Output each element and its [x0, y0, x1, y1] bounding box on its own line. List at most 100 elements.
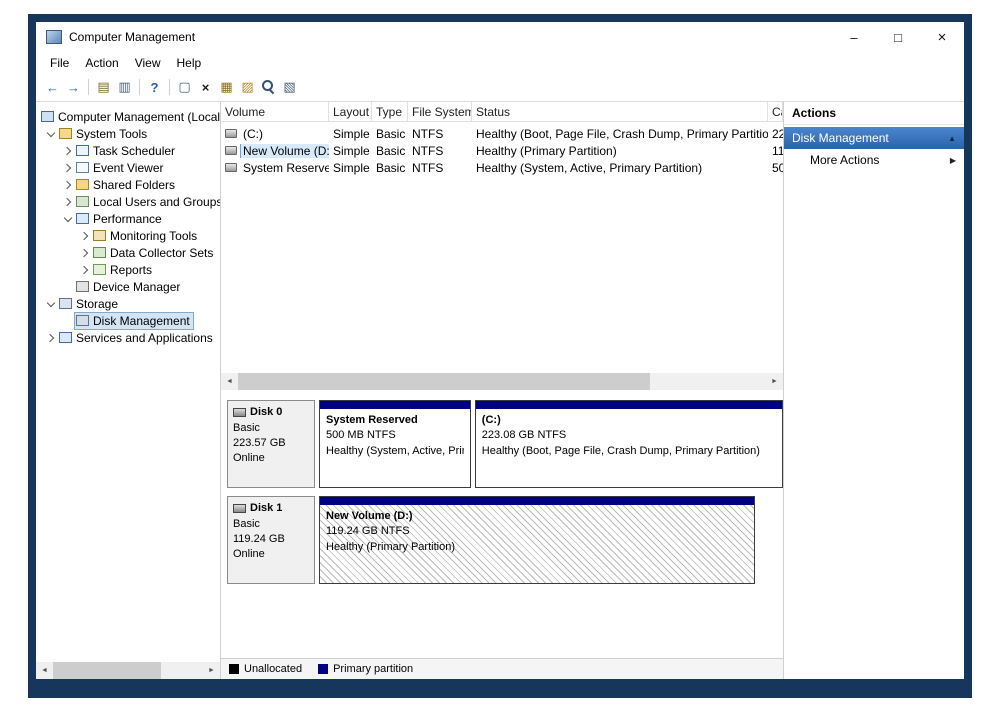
collapse-arrow-icon[interactable] — [44, 132, 58, 136]
volume-list-horizontal-scrollbar[interactable]: ◄ ► — [221, 373, 783, 390]
partition-size: 223.08 GB NTFS — [482, 428, 776, 443]
layout-cell: Simple — [329, 161, 372, 175]
menu-help[interactable]: Help — [169, 54, 210, 72]
menu-view[interactable]: View — [127, 54, 169, 72]
expand-arrow-icon[interactable] — [78, 233, 92, 239]
minimize-button[interactable]: – — [832, 22, 876, 52]
tree-scrollbar-thumb[interactable] — [53, 662, 161, 679]
shared-folders-icon — [76, 179, 89, 190]
column-header-volume[interactable]: Volume — [221, 102, 329, 121]
properties-icon[interactable]: ▦ — [216, 77, 237, 97]
forward-icon[interactable]: → — [63, 77, 84, 97]
tree-item-monitoring-tools[interactable]: Monitoring Tools — [36, 227, 220, 244]
collapse-arrow-icon[interactable] — [61, 217, 75, 221]
show-console-tree-icon[interactable]: ▥ — [114, 77, 135, 97]
tree-item-performance[interactable]: Performance — [36, 210, 220, 227]
titlebar[interactable]: Computer Management – □ × — [36, 22, 964, 52]
menu-action[interactable]: Action — [77, 54, 126, 72]
new-window-icon[interactable]: ▢ — [174, 77, 195, 97]
column-header-status[interactable]: Status — [472, 102, 768, 121]
tree-item-data-collector-sets[interactable]: Data Collector Sets — [36, 244, 220, 261]
disk-status-label: Online — [233, 451, 309, 466]
volume-icon — [225, 146, 237, 155]
tree-item-storage[interactable]: Storage — [36, 295, 220, 312]
help-icon[interactable]: ? — [144, 77, 165, 97]
expand-arrow-icon[interactable] — [61, 199, 75, 205]
reports-icon — [93, 264, 106, 275]
volume-row-c[interactable]: (C:)SimpleBasicNTFSHealthy (Boot, Page F… — [221, 125, 783, 142]
tree-item-device-manager[interactable]: Device Manager — [36, 278, 220, 295]
tree-item-label: Device Manager — [93, 280, 180, 294]
volume-scrollbar-track[interactable] — [238, 373, 766, 390]
tree-item-label: System Tools — [76, 127, 147, 141]
column-header-file-system[interactable]: File System — [408, 102, 472, 121]
legend-primary-partition: Primary partition — [318, 663, 413, 675]
volume-icon — [225, 163, 237, 172]
open-folder-icon[interactable]: ▨ — [237, 77, 258, 97]
more-actions-item[interactable]: More Actions ▶ — [784, 149, 964, 171]
back-icon[interactable]: ← — [42, 77, 63, 97]
services-and-applications-icon — [59, 332, 72, 343]
disk-type-label: Basic — [233, 421, 309, 436]
partition-new-volume-d[interactable]: New Volume (D:)119.24 GB NTFSHealthy (Pr… — [319, 496, 755, 584]
tree-item-local-users-and-groups[interactable]: Local Users and Groups — [36, 193, 220, 210]
volume-cell: (C:) — [221, 127, 329, 141]
tree-item-disk-management[interactable]: Disk Management — [36, 312, 220, 329]
more-actions-expand-icon[interactable]: ▶ — [950, 156, 956, 165]
section-collapse-icon[interactable]: ▲ — [948, 134, 956, 143]
volume-scroll-right-icon[interactable]: ► — [766, 373, 783, 390]
partition-color-bar — [320, 401, 470, 409]
volume-scrollbar-thumb[interactable] — [238, 373, 650, 390]
close-button[interactable]: × — [920, 22, 964, 52]
column-header-ca[interactable]: Ca — [768, 102, 783, 121]
tree-scrollbar-track[interactable] — [53, 662, 203, 679]
tree-scroll-right-icon[interactable]: ► — [203, 662, 220, 679]
console-tree: Computer Management (Local) System ToolsT… — [36, 102, 220, 662]
column-header-type[interactable]: Type — [372, 102, 408, 121]
partition-color-bar — [320, 497, 754, 505]
action-section-disk-management[interactable]: Disk Management ▲ — [784, 127, 964, 149]
delete-icon[interactable]: × — [195, 77, 216, 97]
expand-arrow-icon[interactable] — [78, 267, 92, 273]
storage-icon — [59, 298, 72, 309]
disk-info-disk-0[interactable]: Disk 0Basic223.57 GBOnline — [227, 400, 315, 488]
expand-arrow-icon[interactable] — [61, 182, 75, 188]
status-cell: Healthy (System, Active, Primary Partiti… — [472, 161, 768, 175]
tree-item-system-tools[interactable]: System Tools — [36, 125, 220, 142]
tree-item-services-and-applications[interactable]: Services and Applications — [36, 329, 220, 346]
maximize-button[interactable]: □ — [876, 22, 920, 52]
tree-item-computer-management-local[interactable]: Computer Management (Local) — [36, 108, 220, 125]
disk-name-label: Disk 1 — [250, 501, 282, 516]
export-list-icon[interactable]: ▤ — [93, 77, 114, 97]
tree-item-event-viewer[interactable]: Event Viewer — [36, 159, 220, 176]
tree-item-shared-folders[interactable]: Shared Folders — [36, 176, 220, 193]
status-cell: Healthy (Boot, Page File, Crash Dump, Pr… — [472, 127, 768, 141]
tree-item-task-scheduler[interactable]: Task Scheduler — [36, 142, 220, 159]
toolbar: ←→ ▤▥? ▢×▦▨ ▧ — [36, 73, 964, 102]
volume-row-new-volume-d[interactable]: New Volume (D:)SimpleBasicNTFSHealthy (P… — [221, 142, 783, 159]
views-icon[interactable]: ▧ — [279, 77, 300, 97]
partition-size: 119.24 GB NTFS — [326, 524, 748, 539]
partition-system-reserved[interactable]: System Reserved500 MB NTFSHealthy (Syste… — [319, 400, 471, 488]
expand-arrow-icon[interactable] — [44, 335, 58, 341]
expand-arrow-icon[interactable] — [78, 250, 92, 256]
monitoring-tools-icon — [93, 230, 106, 241]
tree-item-reports[interactable]: Reports — [36, 261, 220, 278]
tree-horizontal-scrollbar[interactable]: ◄ ► — [36, 662, 220, 679]
toolbar-separator — [88, 79, 89, 95]
volume-row-system-reserved[interactable]: System ReservedSimpleBasicNTFSHealthy (S… — [221, 159, 783, 176]
expand-arrow-icon[interactable] — [61, 148, 75, 154]
tree-scroll-left-icon[interactable]: ◄ — [36, 662, 53, 679]
disk-info-disk-1[interactable]: Disk 1Basic119.24 GBOnline — [227, 496, 315, 584]
partition-c[interactable]: (C:)223.08 GB NTFSHealthy (Boot, Page Fi… — [475, 400, 783, 488]
partition-size: 500 MB NTFS — [326, 428, 464, 443]
actions-header: Actions — [784, 102, 964, 125]
volume-scroll-left-icon[interactable]: ◄ — [221, 373, 238, 390]
capacity-cell: 500 MB — [768, 161, 783, 175]
expand-arrow-icon[interactable] — [61, 165, 75, 171]
column-header-layout[interactable]: Layout — [329, 102, 372, 121]
menu-file[interactable]: File — [42, 54, 77, 72]
find-icon[interactable] — [258, 77, 279, 97]
collapse-arrow-icon[interactable] — [44, 302, 58, 306]
filesystem-cell: NTFS — [408, 127, 472, 141]
